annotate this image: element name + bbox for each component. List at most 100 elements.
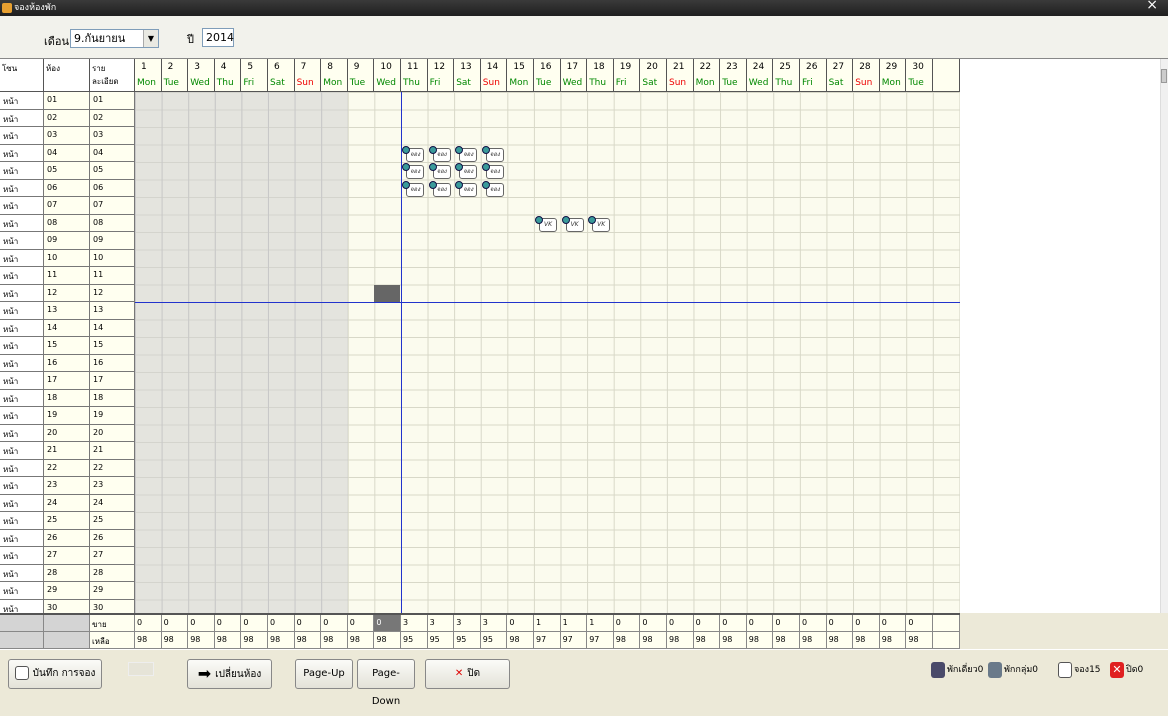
app-icon xyxy=(2,3,12,13)
weekday-label: Fri xyxy=(243,78,255,88)
day-number: 6 xyxy=(274,62,280,72)
chevron-down-icon[interactable]: ▼ xyxy=(143,30,158,47)
room-row[interactable]: หน้า 16 16 xyxy=(0,354,960,372)
booking-icon[interactable]: จอง xyxy=(455,145,479,162)
day-header: 19 Fri xyxy=(613,59,641,92)
room-row[interactable]: หน้า 07 07 xyxy=(0,197,960,215)
room-row[interactable]: หน้า 06 06 xyxy=(0,179,960,197)
room-cell: 05 xyxy=(44,162,90,180)
day-number: 21 xyxy=(673,62,685,72)
remain-count-cell: 98 xyxy=(321,632,348,649)
room-row[interactable]: หน้า 14 14 xyxy=(0,319,960,337)
room-row[interactable]: หน้า 29 29 xyxy=(0,582,960,600)
room-row[interactable]: หน้า 05 05 xyxy=(0,162,960,180)
close-button[interactable]: ✕ ปิด xyxy=(425,659,510,689)
day-number: 13 xyxy=(460,62,472,72)
room-row[interactable]: หน้า 10 10 xyxy=(0,249,960,267)
sold-count-cell: 0 xyxy=(161,615,189,632)
booking-icon[interactable]: จอง xyxy=(402,145,426,162)
room-row[interactable]: หน้า 02 02 xyxy=(0,109,960,127)
month-select[interactable]: 9.กันยายน ▼ xyxy=(70,29,159,48)
sold-count-cell: 0 xyxy=(507,615,534,632)
save-booking-button[interactable]: บันทึก การจอง xyxy=(8,659,102,689)
room-row[interactable]: หน้า 03 03 xyxy=(0,127,960,145)
remain-count-cell: 98 xyxy=(135,632,162,649)
detail-cell: 06 xyxy=(90,179,135,197)
remain-count-cell: 98 xyxy=(161,632,189,649)
arrow-right-icon: ➡ xyxy=(197,664,212,683)
room-row[interactable]: หน้า 23 23 xyxy=(0,477,960,495)
day-number: 16 xyxy=(540,62,552,72)
room-row[interactable]: หน้า 24 24 xyxy=(0,494,960,512)
room-row[interactable]: หน้า 08 08 xyxy=(0,214,960,232)
year-input[interactable]: 2014 xyxy=(202,28,234,47)
detail-cell: 19 xyxy=(90,407,135,425)
room-row[interactable]: หน้า 27 27 xyxy=(0,547,960,565)
booking-icon[interactable]: จอง xyxy=(481,163,506,179)
booking-icon[interactable]: จอง xyxy=(455,163,479,179)
room-row[interactable]: หน้า 20 20 xyxy=(0,424,960,442)
day-header: 1 Mon xyxy=(135,59,162,92)
booking-icon[interactable]: จอง xyxy=(428,145,453,162)
room-row[interactable]: หน้า 17 17 xyxy=(0,372,960,390)
zone-cell: หน้า xyxy=(0,494,44,512)
room-cell: 20 xyxy=(44,424,90,442)
room-row[interactable]: หน้า 09 09 xyxy=(0,232,960,250)
day-number: 19 xyxy=(619,62,632,72)
booking-icon[interactable]: จอง xyxy=(455,180,479,197)
room-cell: 08 xyxy=(44,214,90,232)
guest-icon xyxy=(402,145,410,154)
booking-icon xyxy=(14,666,29,680)
page-down-button[interactable]: Page-Down xyxy=(357,659,415,707)
room-row[interactable]: หน้า 30 30 xyxy=(0,599,960,613)
page-up-button[interactable]: Page-Up xyxy=(295,659,353,689)
sold-count-cell: 0 xyxy=(826,615,854,632)
selected-cell[interactable] xyxy=(374,284,401,302)
room-row[interactable]: หน้า 13 13 xyxy=(0,302,960,320)
scroll-thumb[interactable] xyxy=(1161,69,1167,83)
zone-header: โซน xyxy=(0,59,44,92)
weekday-label: Sat xyxy=(270,78,285,88)
remain-count-cell: 95 xyxy=(401,632,428,649)
guest-icon xyxy=(428,163,437,171)
vertical-scrollbar[interactable] xyxy=(1160,59,1168,613)
booking-icon[interactable]: จอง xyxy=(428,180,453,197)
room-cell: 09 xyxy=(44,232,90,250)
room-row[interactable]: หน้า 11 11 xyxy=(0,267,960,285)
day-header: 9 Tue xyxy=(347,59,375,92)
booking-icon[interactable]: จอง xyxy=(402,163,426,179)
room-row[interactable]: หน้า 01 01 xyxy=(0,92,960,110)
room-row[interactable]: หน้า 15 15 xyxy=(0,337,960,355)
day-header: 18 Thu xyxy=(587,59,614,92)
booking-icon[interactable]: จอง xyxy=(402,180,426,197)
room-row[interactable]: หน้า 21 21 xyxy=(0,442,960,460)
zone-cell: หน้า xyxy=(0,424,44,442)
room-row[interactable]: หน้า 04 04 xyxy=(0,144,960,162)
room-row[interactable]: หน้า 25 25 xyxy=(0,512,960,530)
room-row[interactable]: หน้า 26 26 xyxy=(0,529,960,547)
room-row[interactable]: หน้า 12 12 xyxy=(0,284,960,302)
weekday-label: Mon xyxy=(695,78,715,88)
room-row[interactable]: หน้า 28 28 xyxy=(0,564,960,582)
vk-booking-icon[interactable]: VK xyxy=(588,215,612,232)
close-icon[interactable]: × xyxy=(1146,0,1158,13)
room-cell: 02 xyxy=(44,109,90,127)
person-icon xyxy=(931,661,945,678)
vk-booking-icon[interactable]: VK xyxy=(535,215,559,232)
day-header: 15 Mon xyxy=(507,59,534,92)
vk-booking-icon[interactable]: VK xyxy=(561,215,586,232)
change-room-button[interactable]: ➡ เปลี่ยนห้อง xyxy=(187,659,272,689)
remain-count-cell: 98 xyxy=(879,632,907,649)
room-row[interactable]: หน้า 22 22 xyxy=(0,459,960,477)
booking-icon[interactable]: จอง xyxy=(481,180,506,197)
booking-icon[interactable]: จอง xyxy=(481,145,506,162)
room-row[interactable]: หน้า 19 19 xyxy=(0,407,960,425)
weekday-label: Sat xyxy=(456,78,471,88)
room-cell: 13 xyxy=(44,302,90,320)
room-row[interactable]: หน้า 18 18 xyxy=(0,389,960,407)
booking-icon[interactable]: จอง xyxy=(428,163,453,179)
day-number: 15 xyxy=(513,62,525,72)
room-header: ห้อง xyxy=(44,59,90,92)
remain-count-cell: 95 xyxy=(454,632,481,649)
detail-cell: 24 xyxy=(90,494,135,512)
